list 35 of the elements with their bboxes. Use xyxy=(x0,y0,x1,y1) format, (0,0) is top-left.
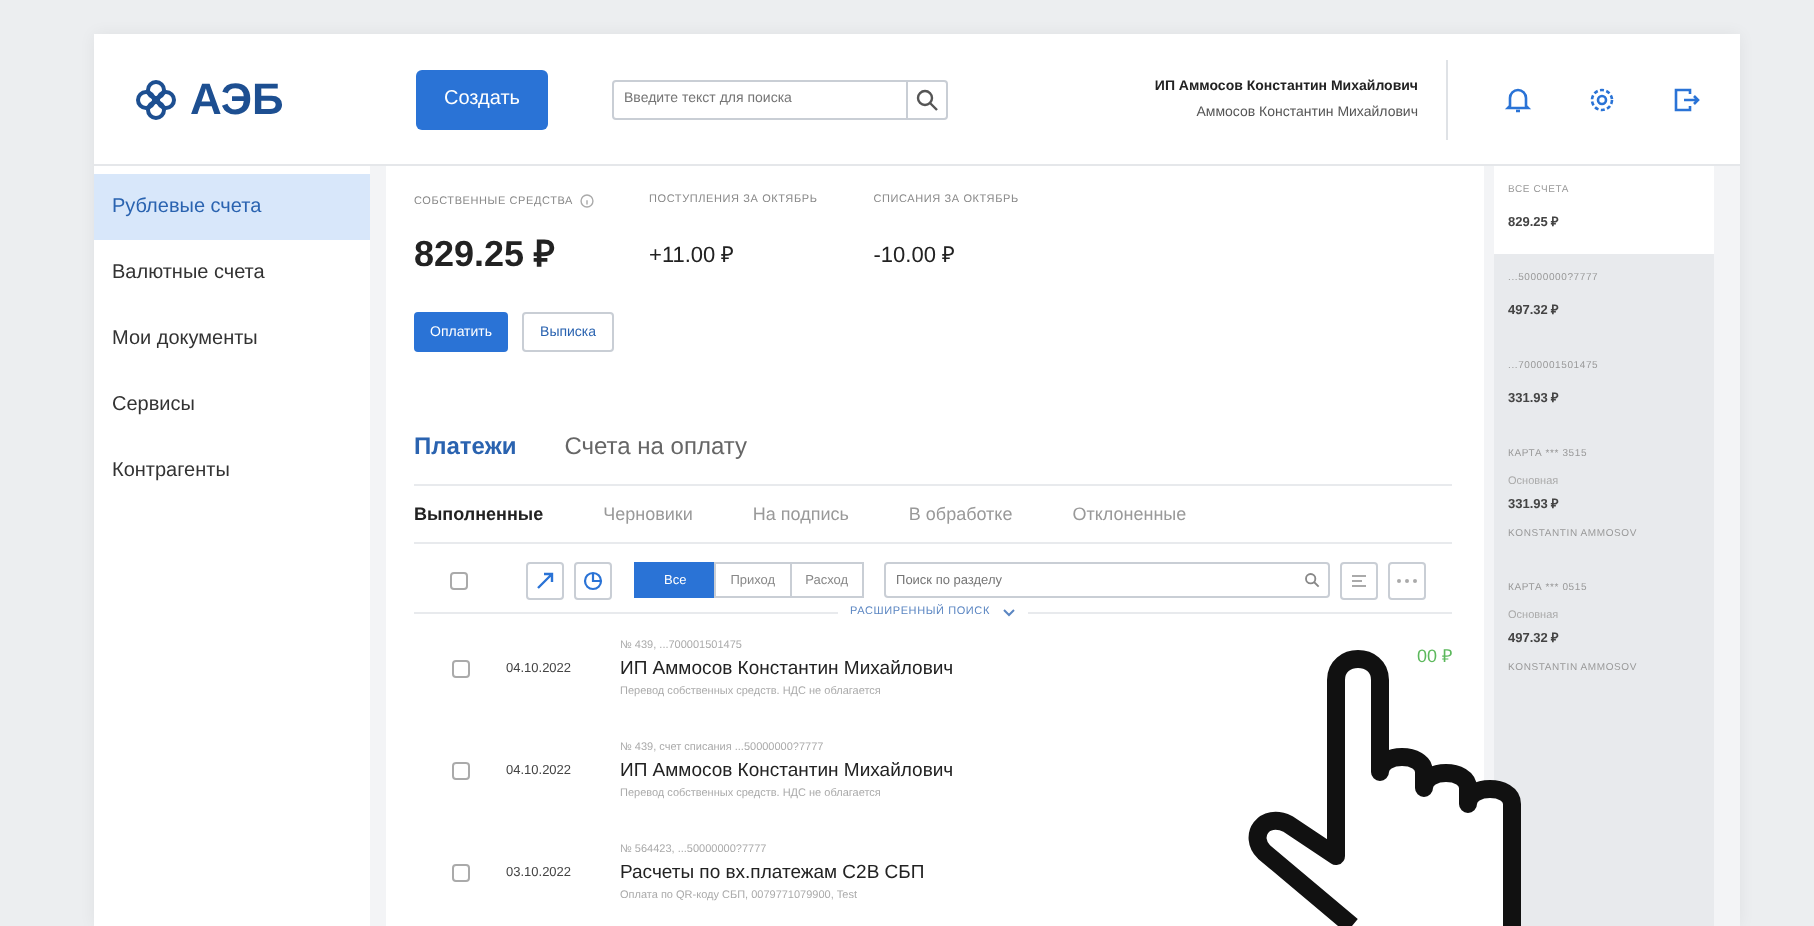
payment-amount: 00 ₽ xyxy=(1416,644,1452,668)
sidebar-item[interactable]: Сервисы xyxy=(94,372,370,438)
settings-icon[interactable] xyxy=(1588,85,1616,113)
tab[interactable]: Платежи xyxy=(414,432,517,460)
pie-chart-icon xyxy=(582,569,604,591)
info-icon[interactable] xyxy=(579,194,594,208)
stat-value: +11.00 ₽ xyxy=(649,242,736,268)
more-button[interactable] xyxy=(1388,561,1427,599)
chevron-down-icon[interactable] xyxy=(1001,607,1016,617)
checkbox[interactable] xyxy=(452,762,470,780)
tab[interactable]: Счета на оплату xyxy=(564,432,747,460)
stat-value: -10.00 ₽ xyxy=(873,242,956,268)
flower-logo-icon xyxy=(134,77,178,121)
sidebar-item[interactable]: Контрагенты xyxy=(94,438,370,504)
checkbox[interactable] xyxy=(450,571,468,589)
sidebar-item[interactable]: Валютные счета xyxy=(94,240,370,306)
logout-icon[interactable] xyxy=(1672,85,1700,113)
sidebar-item[interactable]: Мои документы xyxy=(94,306,370,372)
chart-button[interactable] xyxy=(574,561,612,599)
logo-text: АЭБ xyxy=(190,73,284,125)
search-icon[interactable] xyxy=(908,79,949,119)
diagonal-arrow-icon xyxy=(534,569,556,591)
export-button[interactable] xyxy=(526,561,564,599)
sidebar-item[interactable]: Рублевые счета xyxy=(94,174,370,240)
create-button[interactable]: Создать xyxy=(416,69,549,129)
status-tab[interactable]: Выполненные xyxy=(414,504,544,524)
more-icon xyxy=(1396,577,1419,583)
filter-settings-button[interactable] xyxy=(1340,561,1379,599)
search-icon[interactable] xyxy=(1304,572,1321,588)
list-icon xyxy=(1348,569,1371,591)
checkbox[interactable] xyxy=(452,660,470,678)
bell-icon[interactable] xyxy=(1504,85,1532,113)
checkbox[interactable] xyxy=(452,864,470,882)
payment-title[interactable]: ИП Аммосов Константин Михайлович xyxy=(620,658,1417,680)
stat-value: 829.25 ₽ xyxy=(414,232,557,276)
